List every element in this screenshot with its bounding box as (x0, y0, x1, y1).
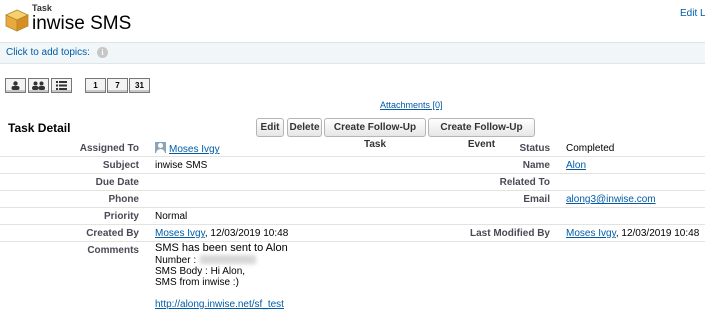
day-view-button[interactable]: 1 (85, 78, 106, 93)
edit-layout-link[interactable]: Edit La (680, 8, 705, 19)
create-follow-up-event-button[interactable]: Create Follow-Up Event (428, 118, 535, 150)
status-value: Completed (566, 143, 615, 154)
week-view-button[interactable]: 7 (107, 78, 128, 93)
assigned-to-value: Moses Ivgy (155, 142, 220, 155)
due-date-label: Due Date (95, 177, 139, 188)
comments-value: SMS has been sent to Alon Number : SMS B… (155, 242, 288, 311)
last-modified-by-label: Last Modified By (469, 228, 550, 239)
last-modified-by-value: Moses Ivgy, 12/03/2019 10:48 (566, 228, 699, 239)
multi-user-view-icon[interactable] (28, 78, 49, 93)
comments-headline: SMS has been sent to Alon (155, 242, 288, 254)
comments-label: Comments (87, 245, 139, 256)
breadcrumb: Task (32, 3, 52, 13)
email-label: Email (523, 194, 550, 205)
list-view-icon[interactable] (51, 78, 72, 93)
comments-link[interactable]: http://along.inwise.net/sf_test (155, 299, 284, 310)
page-title: inwise SMS (32, 13, 132, 34)
edit-button[interactable]: Edit (256, 118, 284, 137)
priority-label: Priority (103, 211, 139, 222)
comments-signature: SMS from inwise :) (155, 277, 239, 288)
last-modified-by-date: , 12/03/2019 10:48 (615, 228, 700, 239)
redacted-number (200, 255, 257, 264)
add-topics-link[interactable]: Click to add topics: (6, 47, 90, 58)
comments-body: SMS Body : Hi Alon, (155, 266, 246, 277)
create-follow-up-task-button[interactable]: Create Follow-Up Task (324, 118, 426, 150)
subject-value: inwise SMS (155, 160, 208, 171)
info-icon[interactable]: i (97, 47, 108, 58)
section-title: Task Detail (8, 121, 71, 135)
phone-label: Phone (108, 194, 139, 205)
created-by-value: Moses Ivgy, 12/03/2019 10:48 (155, 228, 288, 239)
email-link[interactable]: along3@inwise.com (566, 194, 656, 205)
user-icon (155, 142, 166, 153)
subject-label: Subject (102, 160, 139, 171)
attachments-link[interactable]: Attachments [0] (380, 100, 443, 110)
single-user-view-icon[interactable] (5, 78, 26, 93)
assigned-to-label: Assigned To (79, 143, 139, 154)
created-by-user-link[interactable]: Moses Ivgy (155, 228, 205, 239)
name-link[interactable]: Alon (566, 160, 586, 171)
priority-value: Normal (155, 211, 188, 222)
created-by-label: Created By (86, 228, 139, 239)
created-by-date: , 12/03/2019 10:48 (204, 228, 289, 239)
related-to-label: Related To (499, 177, 550, 188)
status-label: Status (519, 143, 550, 154)
topics-bar: Click to add topics: i (0, 42, 705, 64)
task-icon (5, 8, 30, 33)
assigned-to-link[interactable]: Moses Ivgy (169, 144, 220, 155)
last-modified-by-user-link[interactable]: Moses Ivgy (566, 228, 616, 239)
comments-number: Number : (155, 255, 288, 266)
delete-button[interactable]: Delete (287, 118, 322, 137)
month-view-button[interactable]: 31 (129, 78, 150, 93)
name-label: Name (522, 160, 550, 171)
